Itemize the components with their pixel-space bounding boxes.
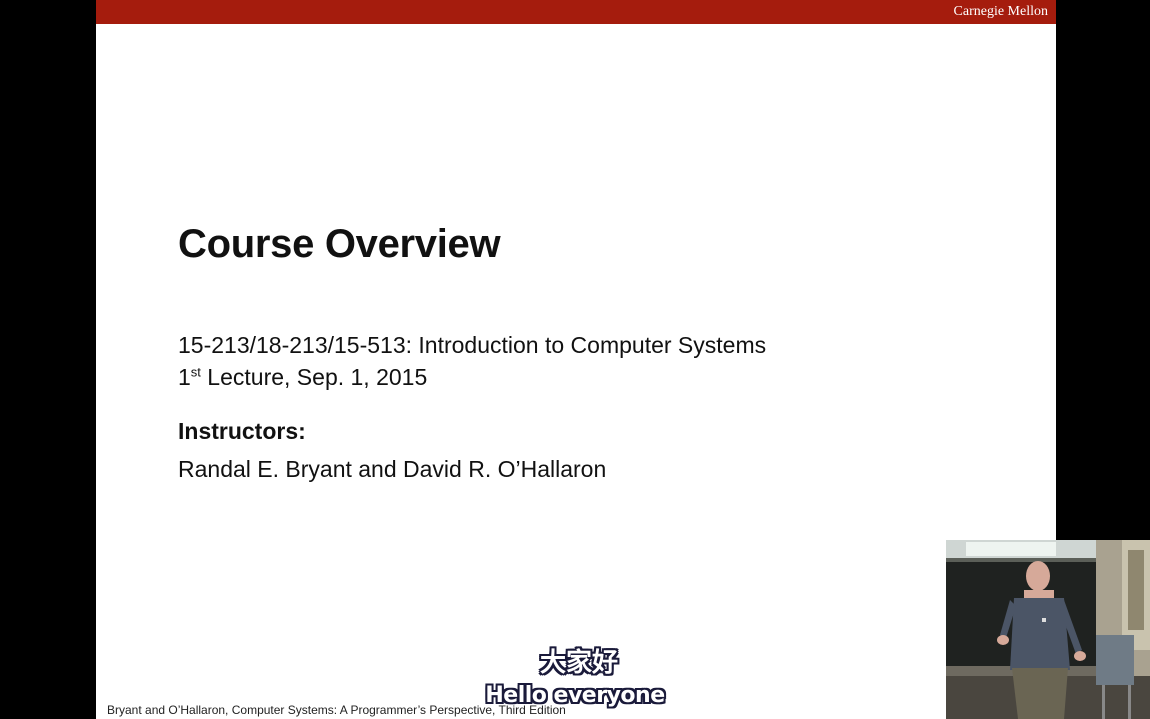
course-name: 15-213/18-213/15-513: Introduction to Co… <box>178 332 767 358</box>
lecture-date: 1st Lecture, Sep. 1, 2015 <box>178 364 427 391</box>
slide-title: Course Overview <box>178 222 501 266</box>
lecture-date-text: Lecture, Sep. 1, 2015 <box>200 364 428 390</box>
lecture-number: 1 <box>178 364 191 390</box>
header-bar: Carnegie Mellon <box>96 0 1056 24</box>
instructors-heading: Instructors: <box>178 418 306 444</box>
subtitle-chinese: 大家好 <box>539 648 618 678</box>
subtitle-english: Hello everyone <box>485 683 665 708</box>
lecture-slide: Carnegie Mellon Course Overview 15-213/1… <box>96 0 1056 719</box>
instructors-names: Randal E. Bryant and David R. O’Hallaron <box>178 456 607 482</box>
brand-label: Carnegie Mellon <box>953 4 1048 19</box>
lecture-ordinal-suffix: st <box>190 364 201 380</box>
